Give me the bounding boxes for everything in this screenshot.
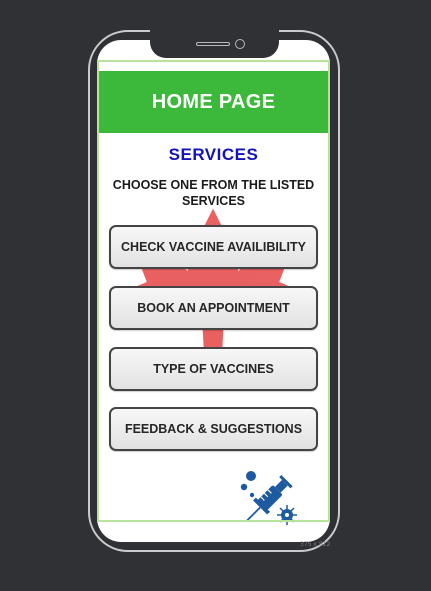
check-vaccine-availability-button[interactable]: CHECK VACCINE AVAILIBILITY [109, 225, 318, 269]
frame-guide-left [97, 60, 99, 522]
book-appointment-button[interactable]: BOOK AN APPOINTMENT [109, 286, 318, 330]
services-subtitle: CHOOSE ONE FROM THE LISTED SERVICES [112, 178, 315, 208]
feedback-suggestions-button[interactable]: FEEDBACK & SUGGESTIONS [109, 407, 318, 451]
type-of-vaccines-button[interactable]: TYPE OF VACCINES [109, 347, 318, 391]
frame-guide-bottom [97, 520, 330, 522]
frame-guide-right [328, 60, 330, 522]
frame-size-label: 375 x 812 [300, 541, 331, 548]
frame-guide-top [97, 60, 330, 62]
page-header: HOME PAGE [99, 71, 328, 133]
front-camera [235, 39, 245, 49]
services-title: SERVICES [168, 145, 259, 164]
speaker-grille [196, 42, 230, 46]
